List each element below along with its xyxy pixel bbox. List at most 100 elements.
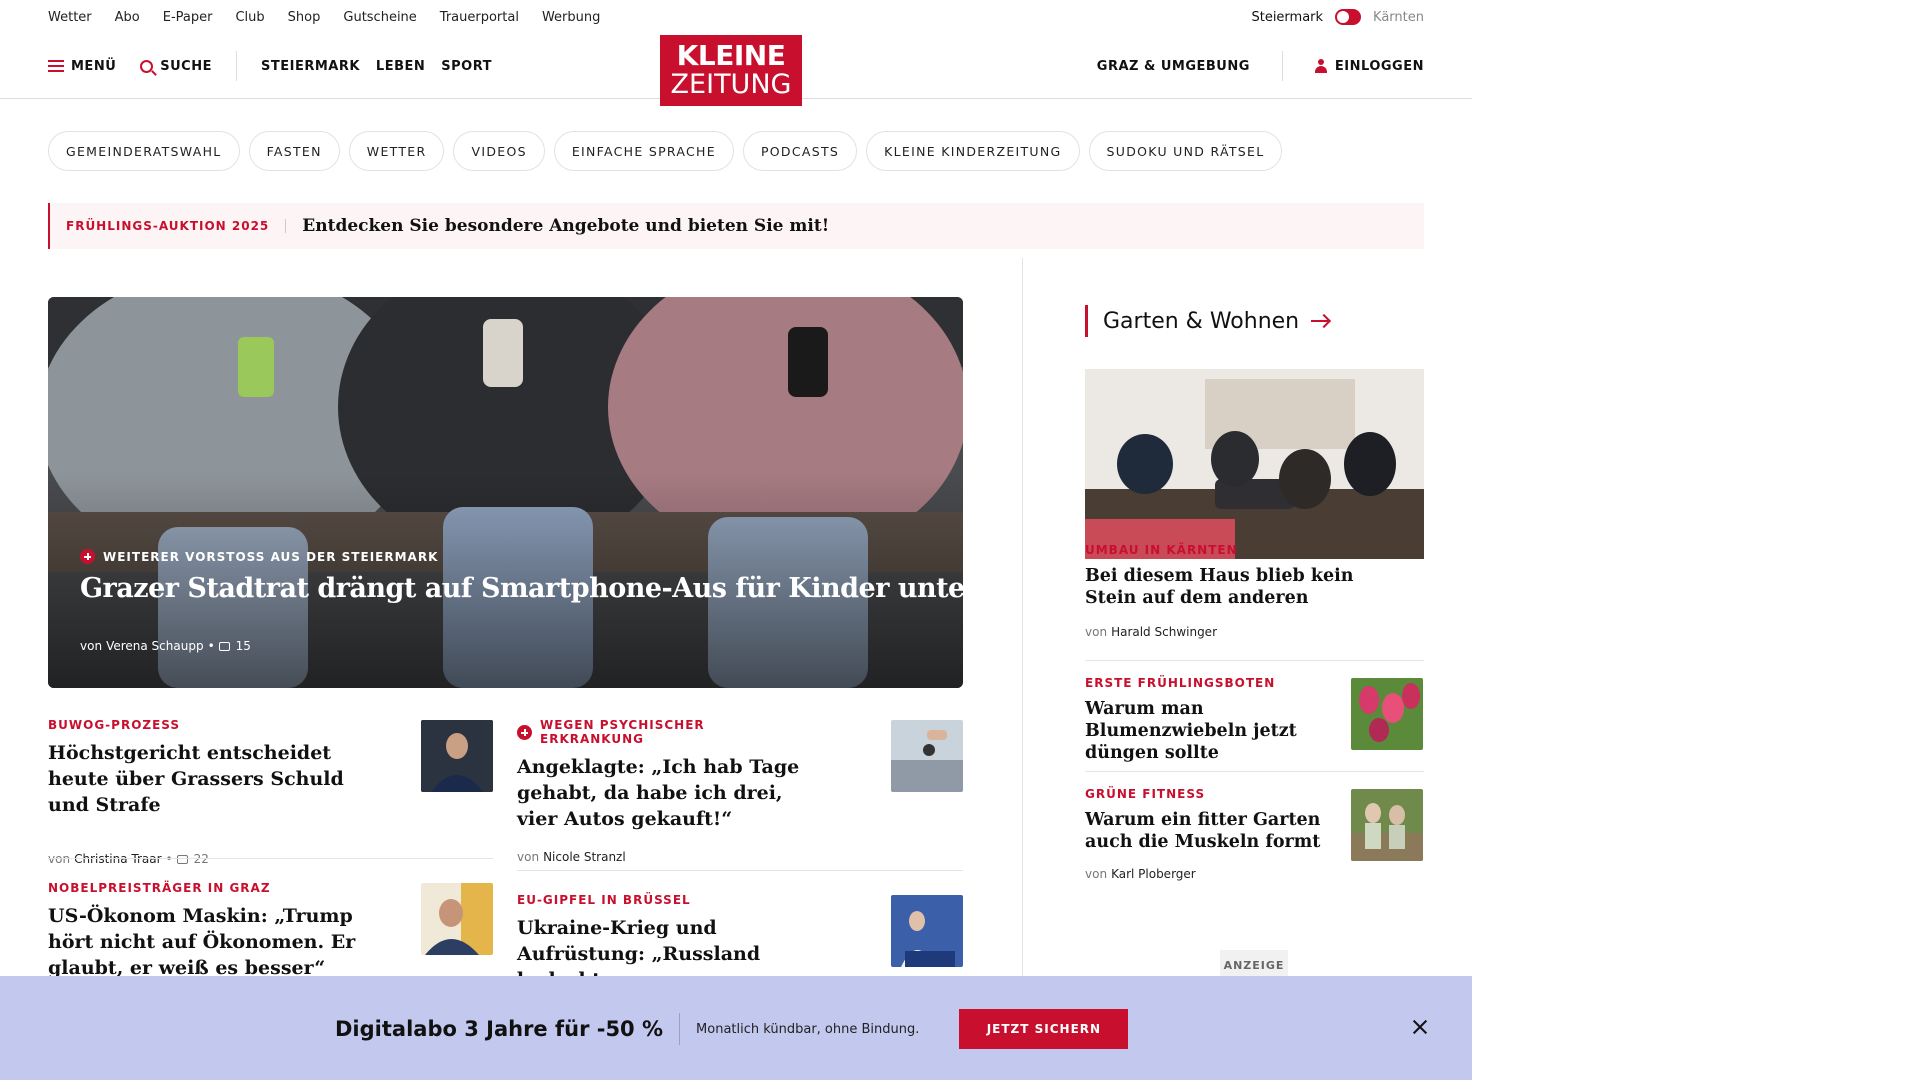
article-author: Nicole Stranzl	[543, 850, 626, 864]
sidebar-thumbnail[interactable]	[1351, 789, 1423, 861]
subscribe-button[interactable]: JETZT SICHERN	[959, 1009, 1129, 1049]
login-label: EINLOGGEN	[1334, 58, 1424, 74]
page: Wetter Abo E-Paper Club Shop Gutscheine …	[0, 0, 1472, 1080]
article-overline: BUWOG-PROZESS	[48, 718, 181, 732]
hamburger-icon	[48, 60, 64, 72]
header-divider	[236, 51, 237, 81]
menu-button[interactable]: MENÜ	[48, 59, 116, 74]
promo-text: Entdecken Sie besondere Angebote und bie…	[302, 216, 830, 236]
promo-bar[interactable]: FRÜHLINGS-AUKTION 2025 Entdecken Sie bes…	[48, 203, 1424, 249]
comment-icon	[218, 641, 230, 651]
article-title: US-Ökonom Maskin: „Trump hört nicht auf …	[48, 905, 356, 979]
hero-title: Grazer Stadtrat drängt auf Smartphone-Au…	[80, 573, 963, 604]
hero-author: Verena Schaupp	[106, 639, 204, 653]
topic-chips: GEMEINDERATSWAHL FASTEN WETTER VIDEOS EI…	[48, 131, 1283, 171]
hero-comments: 15	[235, 639, 251, 653]
chip-wetter[interactable]: WETTER	[348, 131, 445, 171]
user-icon	[1314, 59, 1327, 73]
utility-link-trauerportal[interactable]: Trauerportal	[440, 10, 519, 25]
utility-link-wetter[interactable]: Wetter	[48, 10, 92, 25]
banner-subline: Monatlich kündbar, ohne Bindung.	[696, 1021, 920, 1037]
sidebar-thumbnail[interactable]	[1351, 678, 1423, 750]
article-title: Höchstgericht entscheidet heute über Gra…	[48, 742, 344, 816]
nav-steiermark[interactable]: STEIERMARK	[261, 59, 360, 74]
chip-gemeinderatswahl[interactable]: GEMEINDERATSWAHL	[48, 131, 240, 171]
article-thumbnail[interactable]	[891, 720, 963, 792]
region-steiermark[interactable]: Steiermark	[1251, 10, 1323, 25]
chip-videos[interactable]: VIDEOS	[453, 131, 545, 171]
arrow-right-icon	[1311, 320, 1330, 322]
meta-separator: •	[207, 639, 215, 653]
divider	[48, 858, 493, 859]
region-switch: Steiermark Kärnten	[1251, 9, 1424, 25]
article-thumbnail[interactable]	[421, 720, 493, 792]
search-button[interactable]: SUCHE	[140, 59, 212, 74]
search-icon	[140, 59, 154, 73]
region-toggle[interactable]	[1335, 9, 1362, 25]
article-title: Bei diesem Haus blieb kein Stein auf dem…	[1085, 566, 1354, 608]
article-thumbnail[interactable]	[891, 895, 963, 967]
column-divider	[1022, 258, 1023, 1080]
login-button[interactable]: EINLOGGEN	[1314, 58, 1424, 74]
article-thumbnail[interactable]	[421, 883, 493, 955]
region-link[interactable]: GRAZ & UMGEBUNG	[1097, 59, 1250, 74]
sidebar-teaser[interactable]: UMBAU IN KÄRNTEN Bei diesem Haus blieb k…	[1085, 543, 1365, 639]
utility-link-abo[interactable]: Abo	[115, 10, 140, 25]
byline-prefix: von	[1085, 625, 1108, 639]
hero-author-prefix: von	[80, 639, 103, 653]
article-byline: von Nicole Stranzl	[517, 850, 807, 864]
article-author: Christina Traar	[74, 852, 162, 866]
article-overline-text: WEGEN PSYCHISCHER ERKRANKUNG	[540, 718, 705, 746]
sidebar-teaser[interactable]: ERSTE FRÜHLINGSBOTEN Warum man Blumenzwi…	[1085, 676, 1345, 764]
meta-separator: •	[165, 852, 173, 866]
article-overline: UMBAU IN KÄRNTEN	[1085, 543, 1238, 557]
utility-link-werbung[interactable]: Werbung	[542, 10, 600, 25]
chip-einfache-sprache[interactable]: EINFACHE SPRACHE	[553, 131, 734, 171]
article-byline: von Harald Schwinger	[1085, 625, 1365, 639]
hero-teaser[interactable]: WEITERER VORSTOSS AUS DER STEIERMARK Gra…	[48, 297, 963, 688]
close-icon[interactable]	[1411, 1018, 1429, 1036]
article-overline: EU-GIPFEL IN BRÜSSEL	[517, 893, 691, 907]
chip-podcasts[interactable]: PODCASTS	[742, 131, 858, 171]
chip-sudoku[interactable]: SUDOKU UND RÄTSEL	[1088, 131, 1283, 171]
article-author: Karl Ploberger	[1111, 867, 1196, 881]
chip-kinderzeitung[interactable]: KLEINE KINDERZEITUNG	[866, 131, 1080, 171]
empty-right-area	[1472, 0, 1920, 1080]
divider	[1085, 771, 1424, 772]
section-title: Garten & Wohnen	[1103, 308, 1300, 334]
utility-link-gutscheine[interactable]: Gutscheine	[343, 10, 416, 25]
header-left: MENÜ SUCHE STEIERMARK LEBEN SPORT	[48, 34, 508, 98]
promo-tag: FRÜHLINGS-AUKTION 2025	[50, 219, 287, 233]
utility-links: Wetter Abo E-Paper Club Shop Gutscheine …	[48, 10, 600, 25]
article-title: Angeklagte: „Ich hab Tage gehabt, da hab…	[517, 756, 800, 830]
plus-icon	[517, 724, 532, 740]
utility-link-club[interactable]: Club	[235, 10, 264, 25]
article-byline: von Christina Traar • 22	[48, 852, 388, 866]
hero-gradient	[48, 297, 963, 688]
article-overline: ERSTE FRÜHLINGSBOTEN	[1085, 676, 1276, 690]
nav-sport[interactable]: SPORT	[441, 59, 492, 74]
chip-fasten[interactable]: FASTEN	[248, 131, 340, 171]
site-logo[interactable]: KLEINE ZEITUNG	[660, 35, 802, 106]
header-right: GRAZ & UMGEBUNG EINLOGGEN	[1097, 34, 1424, 98]
utility-link-shop[interactable]: Shop	[288, 10, 321, 25]
region-kaernten[interactable]: Kärnten	[1373, 10, 1424, 25]
sidebar-lead-image[interactable]	[1085, 369, 1424, 559]
subscription-banner: Digitalabo 3 Jahre für -50 % Monatlich k…	[0, 976, 1472, 1080]
sidebar-teaser[interactable]: GRÜNE FITNESS Warum ein fitter Garten au…	[1085, 787, 1345, 881]
nav-leben[interactable]: LEBEN	[376, 59, 425, 74]
byline-prefix: von	[1085, 867, 1108, 881]
article-teaser[interactable]: NOBELPREISTRÄGER IN GRAZ US-Ökonom Maski…	[48, 881, 358, 981]
article-title: Warum ein fitter Garten auch die Muskeln…	[1085, 810, 1321, 852]
section-header-garten-wohnen[interactable]: Garten & Wohnen	[1085, 305, 1330, 337]
hero-overline: WEITERER VORSTOSS AUS DER STEIERMARK	[80, 549, 438, 564]
article-overline: WEGEN PSYCHISCHER ERKRANKUNG	[517, 718, 807, 746]
logo-line-1: KLEINE	[676, 39, 786, 72]
utility-link-epaper[interactable]: E-Paper	[163, 10, 213, 25]
hero-overline-text: WEITERER VORSTOSS AUS DER STEIERMARK	[103, 549, 439, 564]
article-byline: von Karl Ploberger	[1085, 867, 1345, 881]
article-teaser[interactable]: BUWOG-PROZESS Höchstgericht entscheidet …	[48, 718, 388, 866]
logo-line-2: ZEITUNG	[670, 69, 792, 100]
article-teaser[interactable]: WEGEN PSYCHISCHER ERKRANKUNG Angeklagte:…	[517, 718, 807, 864]
banner-content: Digitalabo 3 Jahre für -50 % Monatlich k…	[335, 1008, 1129, 1050]
